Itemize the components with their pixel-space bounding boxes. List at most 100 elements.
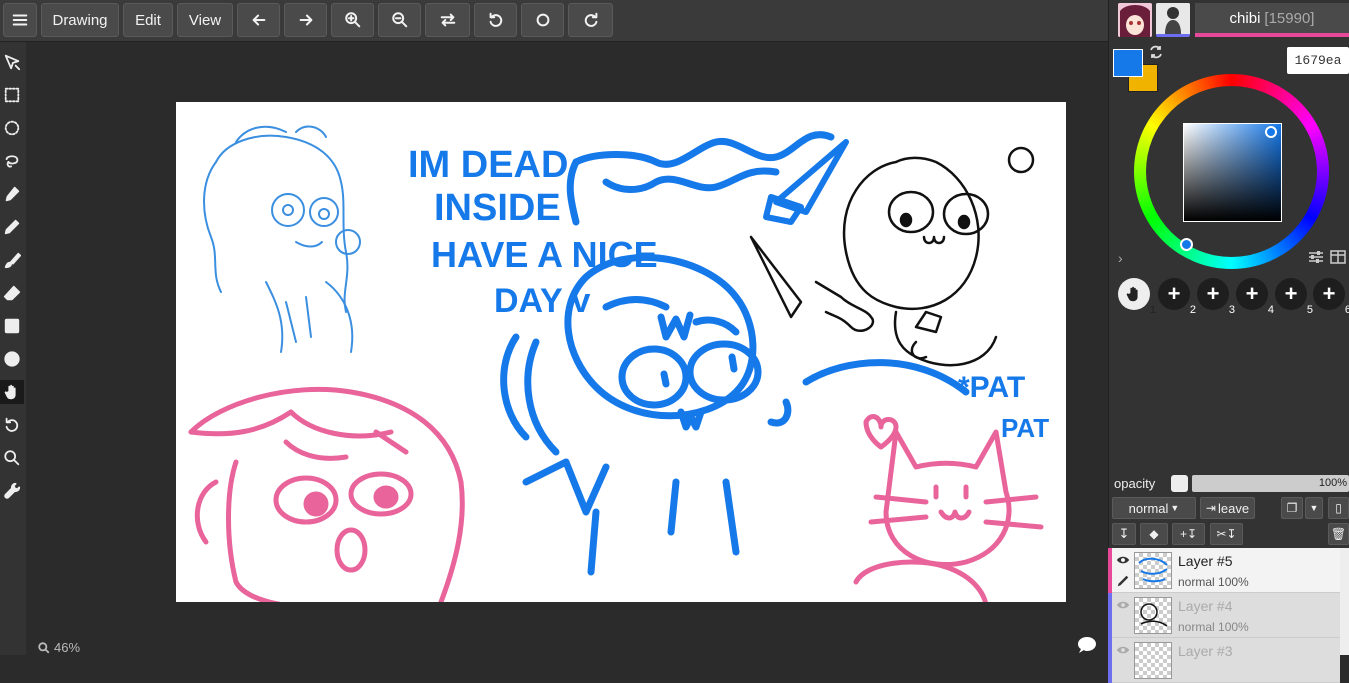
avatar-user-2[interactable] (1156, 3, 1190, 37)
hex-color-field[interactable]: 1679ea (1287, 47, 1349, 74)
redo-button[interactable] (284, 3, 327, 37)
rectangle-tool[interactable] (0, 314, 24, 338)
brush-tool[interactable] (0, 248, 24, 272)
zoom-icon (4, 450, 20, 466)
add-below-icon: +↧ (1179, 527, 1198, 541)
zoom-tool[interactable] (0, 446, 24, 470)
sketch-pink-girl (188, 386, 465, 602)
leave-button[interactable]: ⇥ leave (1200, 497, 1255, 519)
pen-tool[interactable] (0, 215, 24, 239)
layer-name: Layer #3 (1178, 643, 1233, 659)
rectangle-icon (4, 318, 20, 334)
layer-row[interactable]: Layer #3 (1108, 638, 1340, 683)
arrow-right-icon (299, 14, 312, 26)
expand-chevron-icon[interactable]: › (1118, 250, 1123, 266)
drawing-canvas[interactable]: IM DEAD INSIDE HAVE A NICE DAY v *PAT PA… (176, 102, 1066, 602)
layer-row[interactable]: Layer #4 normal 100% (1108, 593, 1340, 638)
rotate-left-button[interactable] (474, 3, 517, 37)
zoom-indicator: 46% (38, 640, 80, 655)
layers-scrollbar[interactable] (1340, 548, 1349, 655)
eraser-icon: ◆ (1149, 527, 1159, 541)
menu-button[interactable] (3, 3, 37, 37)
eye-icon[interactable] (1116, 553, 1130, 567)
reset-rotation-button[interactable] (521, 3, 564, 37)
rect-select-tool[interactable] (0, 83, 24, 107)
layer-thumbnail (1134, 642, 1172, 679)
pen-icon (4, 219, 20, 235)
flip-button[interactable] (425, 3, 470, 37)
layer-row[interactable]: Layer #5 normal 100% (1108, 548, 1340, 593)
swap-colors-icon[interactable] (1148, 45, 1164, 59)
brush-icon (4, 252, 21, 269)
layer-menu-dropdown[interactable]: ▼ (1305, 497, 1323, 519)
canvas-text-line2: INSIDE (434, 187, 561, 229)
top-toolbar: Drawing Edit View (0, 0, 1108, 42)
avatar-image (1156, 3, 1190, 34)
move-icon (4, 54, 21, 71)
ellipse-select-tool[interactable] (0, 116, 24, 140)
view-menu-button[interactable]: View (177, 3, 233, 37)
primary-color-swatch[interactable] (1113, 49, 1143, 77)
undo-button[interactable] (237, 3, 280, 37)
cut-layer-button[interactable]: ✂↧ (1210, 523, 1243, 545)
opacity-slider[interactable]: 100% (1192, 475, 1349, 492)
undo-icon (5, 417, 19, 432)
brush-slot-6[interactable]: +6 (1313, 278, 1349, 316)
opacity-value: 100% (1318, 477, 1347, 489)
circle-tool[interactable] (0, 347, 24, 371)
clear-layer-button[interactable]: ◆ (1140, 523, 1168, 545)
scissors-icon: ✂↧ (1216, 527, 1237, 541)
brush-slot-1[interactable]: 1 (1118, 278, 1156, 316)
user-count: [15990] (1264, 9, 1315, 27)
undo-tool[interactable] (0, 413, 24, 437)
brush-slot-5[interactable]: +5 (1275, 278, 1313, 316)
eraser-tool[interactable] (0, 281, 24, 305)
leave-label: leave (1217, 500, 1250, 516)
drawing-menu-button[interactable]: Drawing (41, 3, 119, 37)
zoom-in-button[interactable] (331, 3, 374, 37)
brush-slot-2[interactable]: +2 (1158, 278, 1196, 316)
arrow-left-icon (252, 14, 265, 26)
saturation-value-square[interactable] (1183, 123, 1282, 222)
duplicate-layer-button[interactable]: ❐ (1281, 497, 1303, 519)
hand-tool[interactable] (0, 380, 24, 404)
layer-name: Layer #4 (1178, 598, 1233, 614)
eyedropper-tool[interactable] (0, 182, 24, 206)
sketch-creature (749, 146, 1035, 367)
layer-thumbnail (1134, 552, 1172, 589)
panels-icon[interactable] (1330, 250, 1346, 264)
avatar-image (1118, 3, 1152, 37)
sliders-icon[interactable] (1308, 250, 1324, 264)
edit-menu-button[interactable]: Edit (123, 3, 173, 37)
delete-layer-button[interactable]: 🗑 (1328, 523, 1349, 545)
new-layer-button[interactable]: ▯ (1328, 497, 1349, 519)
avatar-user-1[interactable] (1118, 3, 1152, 37)
hue-picker-handle[interactable] (1180, 238, 1193, 251)
zoom-out-button[interactable] (378, 3, 421, 37)
zoom-value: 46% (54, 640, 81, 655)
sketch-face (500, 131, 970, 576)
add-layer-below-button[interactable]: +↧ (1172, 523, 1205, 545)
layer-mode: normal 100% (1178, 620, 1249, 634)
lasso-tool[interactable] (0, 149, 24, 173)
hand-icon (4, 384, 16, 400)
plus-icon: + (1284, 281, 1298, 306)
rotate-right-button[interactable] (568, 3, 613, 37)
chat-icon[interactable] (1076, 636, 1098, 655)
tool-sidebar (0, 42, 26, 655)
move-tool[interactable] (0, 50, 24, 74)
user-box[interactable]: chibi [15990] (1195, 3, 1349, 37)
canvas-text-pat2: PAT (1001, 413, 1049, 443)
merge-down-button[interactable]: ↧ (1112, 523, 1136, 545)
plus-icon: + (1322, 281, 1336, 306)
circle-icon (4, 351, 20, 367)
sv-picker-handle[interactable] (1265, 126, 1277, 138)
brush-slot-3[interactable]: +3 (1197, 278, 1235, 316)
blend-mode-select[interactable]: normal ▼ (1112, 497, 1196, 519)
opacity-toggle[interactable] (1171, 475, 1188, 492)
layer-color-bar (1108, 638, 1112, 683)
settings-tool[interactable] (0, 479, 24, 503)
trash-icon: 🗑 (1330, 527, 1347, 541)
brush-slot-4[interactable]: +4 (1236, 278, 1274, 316)
eye-icon[interactable] (1116, 598, 1130, 612)
